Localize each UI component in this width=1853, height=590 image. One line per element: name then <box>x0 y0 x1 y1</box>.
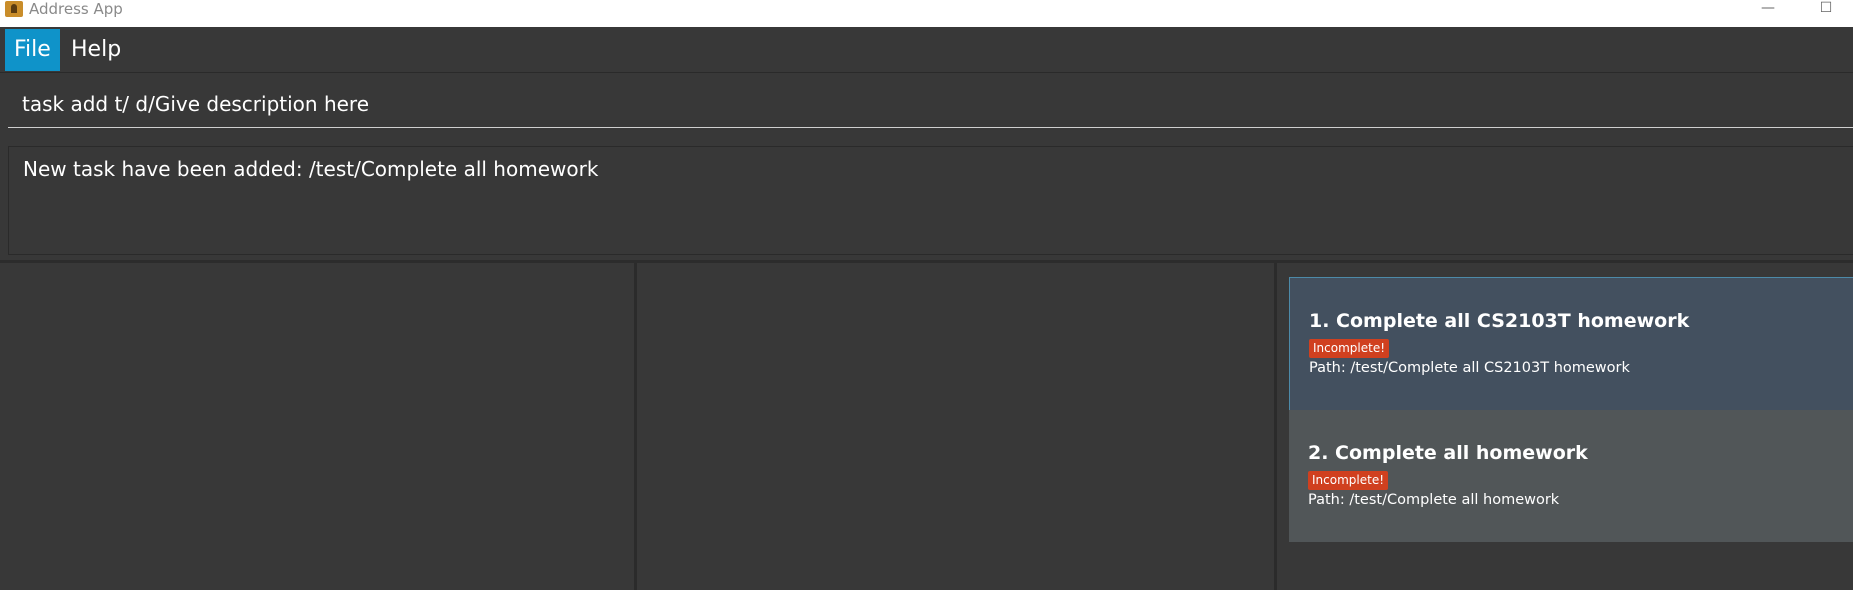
task-path: Path: /test/Complete all CS2103T homewor… <box>1309 360 1630 376</box>
menu-file[interactable]: File <box>5 29 60 71</box>
task-card[interactable]: 2. Complete all homework Incomplete! Pat… <box>1289 410 1853 542</box>
command-box[interactable]: task add t/ d/Give description here <box>8 80 1853 128</box>
menu-help[interactable]: Help <box>62 29 130 71</box>
app-icon <box>5 1 23 17</box>
menu-bar: File Help <box>0 27 1853 73</box>
minimize-button[interactable]: — <box>1748 0 1788 20</box>
status-badge: Incomplete! <box>1308 471 1389 490</box>
command-input[interactable]: task add t/ d/Give description here <box>22 92 369 116</box>
task-path: Path: /test/Complete all homework <box>1308 492 1560 508</box>
result-display: New task have been added: /test/Complete… <box>8 146 1853 255</box>
maximize-button[interactable]: ☐ <box>1806 0 1846 20</box>
status-badge: Incomplete! <box>1309 339 1390 358</box>
task-title: 2. Complete all homework <box>1308 442 1588 464</box>
task-card[interactable]: 1. Complete all CS2103T homework Incompl… <box>1289 277 1853 411</box>
middle-panel <box>637 263 1274 590</box>
window-title: Address App <box>29 0 123 18</box>
result-message: New task have been added: /test/Complete… <box>23 157 599 181</box>
task-title: 1. Complete all CS2103T homework <box>1309 310 1690 332</box>
title-bar: Address App — ☐ <box>0 0 1853 27</box>
left-panel <box>0 263 634 590</box>
